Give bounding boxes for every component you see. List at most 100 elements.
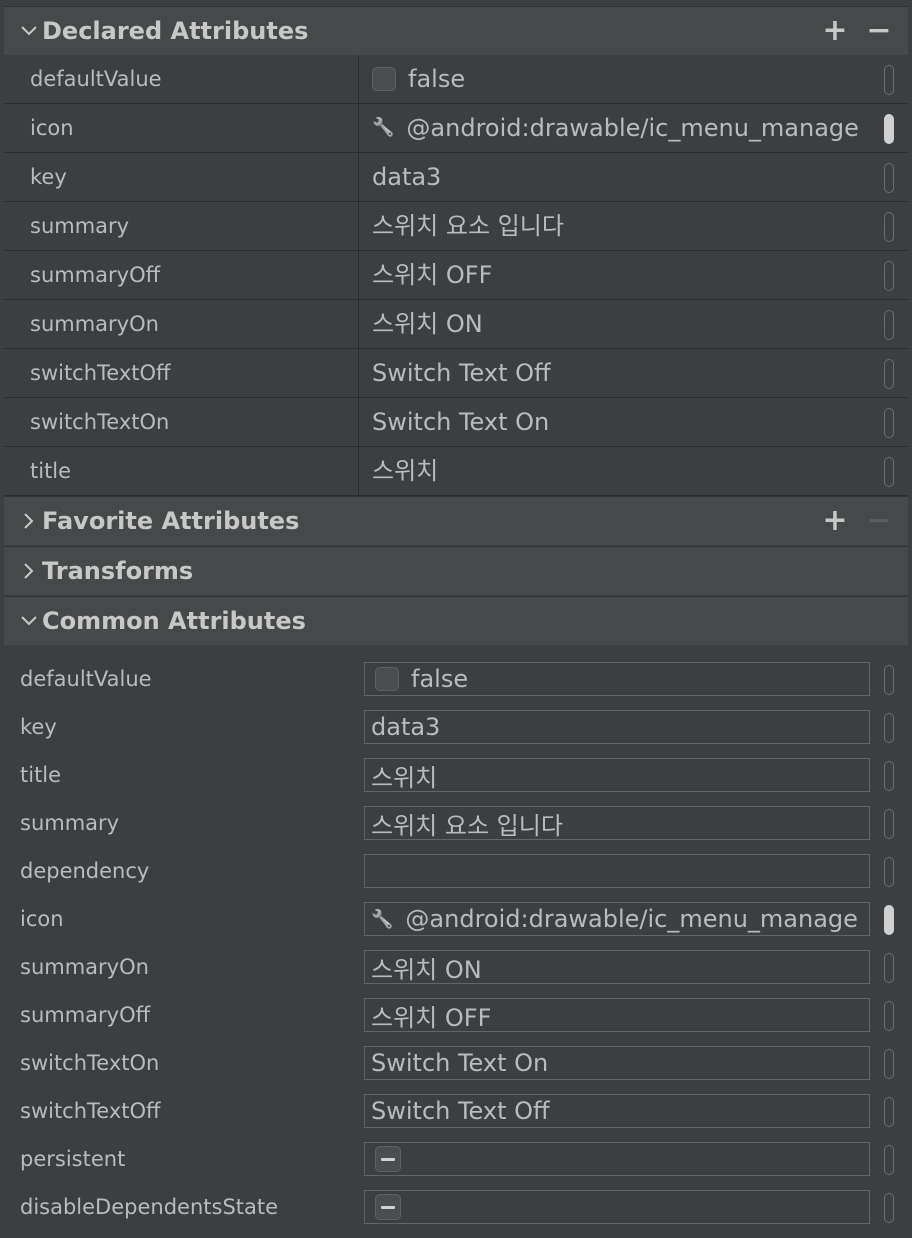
edit-handle[interactable]	[884, 761, 894, 791]
attribute-value[interactable]: 🔧 @android:drawable/ic_menu_manage	[372, 104, 859, 152]
attribute-value-text: Switch Text On	[372, 408, 550, 436]
attribute-name: icon	[20, 907, 64, 931]
attribute-row-switch-text-on[interactable]: switchTextOn Switch Text On	[4, 398, 908, 447]
common-row-summary: summary 스위치 요소 입니다	[0, 799, 912, 847]
attribute-input-disable-dependents-state[interactable]	[364, 1190, 870, 1224]
attribute-value-text: 스위치	[371, 763, 438, 792]
indeterminate-checkbox[interactable]	[375, 1194, 401, 1220]
section-title: Declared Attributes	[42, 17, 309, 45]
edit-handle[interactable]	[884, 1049, 894, 1079]
attribute-input-icon[interactable]: 🔧 @android:drawable/ic_menu_manage	[364, 902, 870, 936]
section-title: Favorite Attributes	[42, 507, 300, 535]
attribute-value-text: false	[408, 65, 466, 93]
attribute-row-icon[interactable]: icon 🔧 @android:drawable/ic_menu_manage	[4, 104, 908, 153]
declared-attributes-header[interactable]: Declared Attributes + −	[4, 6, 908, 55]
attribute-row-summary[interactable]: summary 스위치 요소 입니다	[4, 202, 908, 251]
attribute-input-title[interactable]: 스위치	[364, 758, 870, 792]
common-row-icon: icon 🔧 @android:drawable/ic_menu_manage	[0, 895, 912, 943]
attribute-name: switchTextOn	[30, 410, 170, 434]
checkbox[interactable]	[372, 67, 396, 91]
section-title: Transforms	[42, 557, 194, 585]
common-attributes-list: defaultValue false key data3 title 스위치 summary…	[0, 655, 912, 1231]
edit-handle[interactable]	[884, 905, 894, 935]
attribute-row-summary-off[interactable]: summaryOff 스위치 OFF	[4, 251, 908, 300]
common-row-summary-on: summaryOn 스위치 ON	[0, 943, 912, 991]
remove-attribute-button[interactable]: −	[864, 16, 894, 46]
attribute-value[interactable]: Switch Text On	[372, 398, 549, 446]
chevron-down-icon[interactable]	[18, 26, 40, 36]
attribute-row-summary-on[interactable]: summaryOn 스위치 ON	[4, 300, 908, 349]
attribute-name: summary	[30, 214, 130, 238]
attribute-input-persistent[interactable]	[364, 1142, 870, 1176]
edit-handle[interactable]	[884, 713, 894, 743]
edit-handle[interactable]	[884, 1001, 894, 1031]
attribute-input-switch-text-off[interactable]: Switch Text Off	[364, 1094, 870, 1128]
edit-handle[interactable]	[884, 457, 894, 487]
attribute-value[interactable]: false	[372, 55, 465, 103]
attribute-name: switchTextOff	[20, 1099, 161, 1123]
attribute-value-text: Switch Text On	[371, 1049, 549, 1077]
chevron-right-icon[interactable]	[18, 563, 40, 579]
attribute-value[interactable]: 스위치	[372, 447, 438, 495]
attribute-input-switch-text-on[interactable]: Switch Text On	[364, 1046, 870, 1080]
attribute-name: summaryOn	[30, 312, 159, 336]
resource-icon: 🔧	[371, 908, 394, 930]
edit-handle[interactable]	[884, 665, 894, 695]
edit-handle[interactable]	[884, 310, 894, 340]
remove-favorite-button[interactable]: −	[864, 506, 894, 536]
chevron-right-icon[interactable]	[18, 513, 40, 529]
edit-handle[interactable]	[884, 408, 894, 438]
common-row-switch-text-on: switchTextOn Switch Text On	[0, 1039, 912, 1087]
edit-handle[interactable]	[884, 114, 894, 144]
attribute-value[interactable]: 스위치 ON	[372, 300, 483, 348]
common-attributes-header[interactable]: Common Attributes	[4, 596, 908, 645]
attribute-row-default-value[interactable]: defaultValue false	[4, 55, 908, 104]
edit-handle[interactable]	[884, 953, 894, 983]
indeterminate-checkbox[interactable]	[375, 1146, 401, 1172]
column-divider	[358, 300, 359, 348]
add-favorite-button[interactable]: +	[820, 506, 850, 536]
attribute-name: summary	[20, 811, 120, 835]
attribute-value[interactable]: 스위치 OFF	[372, 251, 492, 299]
common-row-key: key data3	[0, 703, 912, 751]
chevron-down-icon[interactable]	[18, 616, 40, 626]
attribute-input-dependency[interactable]	[364, 854, 870, 888]
attribute-input-default-value[interactable]: false	[364, 662, 870, 696]
checkbox[interactable]	[375, 667, 399, 691]
attribute-value-text: 스위치 OFF	[371, 1003, 492, 1032]
edit-handle[interactable]	[884, 1145, 894, 1175]
attribute-value[interactable]: Switch Text Off	[372, 349, 551, 397]
attribute-value-text: 스위치	[372, 457, 439, 485]
attribute-input-summary-off[interactable]: 스위치 OFF	[364, 998, 870, 1032]
attribute-value[interactable]: 스위치 요소 입니다	[372, 202, 564, 250]
attribute-row-title[interactable]: title 스위치	[4, 447, 908, 496]
add-attribute-button[interactable]: +	[820, 16, 850, 46]
attribute-input-summary-on[interactable]: 스위치 ON	[364, 950, 870, 984]
edit-handle[interactable]	[884, 857, 894, 887]
edit-handle[interactable]	[884, 65, 894, 95]
column-divider	[358, 349, 359, 397]
attribute-value-text: false	[411, 665, 469, 693]
edit-handle[interactable]	[884, 1193, 894, 1223]
transforms-header[interactable]: Transforms	[4, 546, 908, 595]
favorite-attributes-header[interactable]: Favorite Attributes + −	[4, 496, 908, 545]
attribute-value-text: 스위치 요소 입니다	[371, 811, 563, 840]
resource-icon: 🔧	[372, 117, 395, 138]
attribute-row-key[interactable]: key data3	[4, 153, 908, 202]
attribute-value-text: 스위치 ON	[372, 310, 483, 338]
edit-handle[interactable]	[884, 261, 894, 291]
edit-handle[interactable]	[884, 212, 894, 242]
column-divider	[358, 251, 359, 299]
attribute-value-text: data3	[372, 163, 442, 191]
attribute-name: key	[30, 165, 67, 189]
attribute-input-key[interactable]: data3	[364, 710, 870, 744]
edit-handle[interactable]	[884, 809, 894, 839]
attribute-value[interactable]: data3	[372, 153, 441, 201]
edit-handle[interactable]	[884, 1097, 894, 1127]
column-divider	[358, 104, 359, 152]
edit-handle[interactable]	[884, 163, 894, 193]
attribute-input-summary[interactable]: 스위치 요소 입니다	[364, 806, 870, 840]
edit-handle[interactable]	[884, 359, 894, 389]
attribute-value-text: 스위치 OFF	[372, 261, 493, 289]
attribute-row-switch-text-off[interactable]: switchTextOff Switch Text Off	[4, 349, 908, 398]
